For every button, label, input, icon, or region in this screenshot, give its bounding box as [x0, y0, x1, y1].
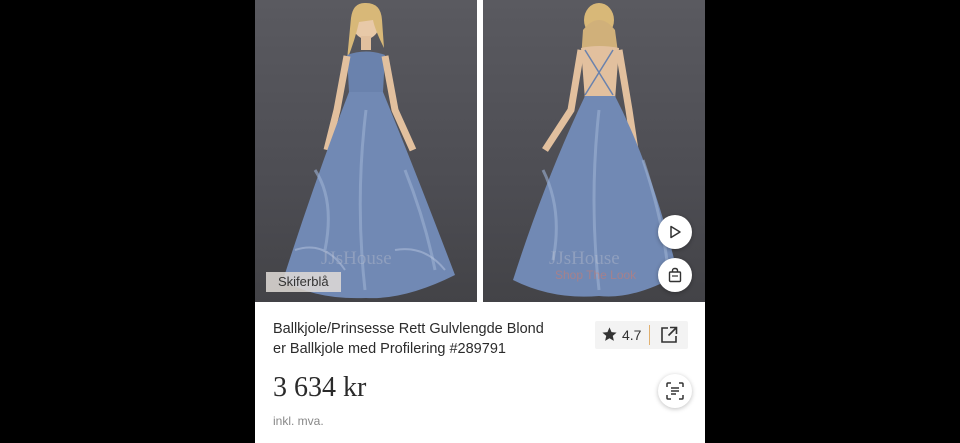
play-icon — [670, 225, 681, 239]
star-icon — [602, 327, 617, 341]
rating-value[interactable]: 4.7 — [622, 327, 641, 343]
image-search-icon — [666, 382, 684, 400]
shop-the-look-button[interactable] — [658, 258, 692, 292]
product-page: JJsHouse Skiferblå JJsHouse Shop The Loo… — [255, 0, 705, 443]
rating-share-bar: 4.7 — [595, 321, 688, 349]
product-image-front[interactable]: JJsHouse Skiferblå — [255, 0, 477, 302]
brand-watermark: JJsHouse — [549, 248, 620, 269]
share-icon[interactable] — [659, 325, 679, 345]
rating-divider — [649, 325, 650, 345]
product-price: 3 634 kr — [273, 372, 367, 403]
visual-search-button[interactable] — [658, 374, 692, 408]
product-image-back[interactable]: JJsHouse Shop The Look — [483, 0, 705, 302]
product-title-line-2: er Ballkjole med Profilering #289791 — [273, 341, 506, 357]
vat-note: inkl. mva. — [273, 414, 324, 428]
color-label: Skiferblå — [266, 272, 341, 292]
product-title: Ballkjole/Prinsesse Rett Gulvlengde Blon… — [273, 319, 583, 359]
brand-watermark: JJsHouse — [321, 248, 392, 269]
product-title-line-1: Ballkjole/Prinsesse Rett Gulvlengde Blon… — [273, 321, 544, 337]
shop-the-look-watermark: Shop The Look — [555, 268, 637, 282]
play-video-button[interactable] — [658, 215, 692, 249]
shopping-bag-icon — [668, 267, 682, 283]
